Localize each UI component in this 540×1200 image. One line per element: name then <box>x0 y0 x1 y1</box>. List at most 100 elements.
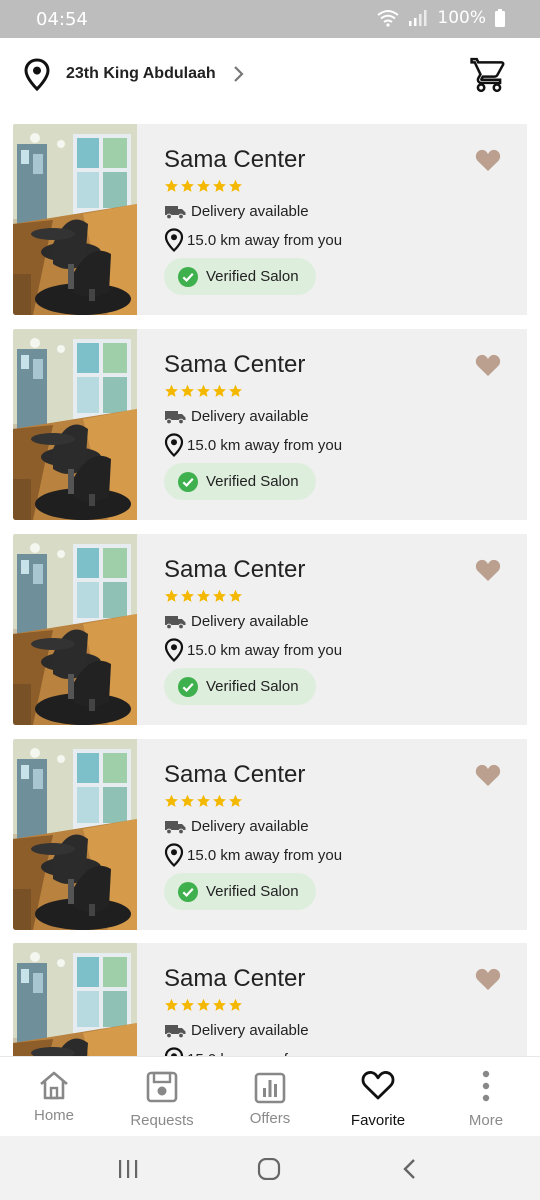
verified-badge: Verified Salon <box>164 873 316 910</box>
location-pin-icon <box>164 1047 184 1056</box>
requests-icon <box>146 1071 178 1103</box>
distance-text: 15.0 km away from you <box>187 846 343 864</box>
star-icon <box>229 589 242 602</box>
delivery-text: Delivery available <box>191 613 309 630</box>
verified-text: Verified Salon <box>206 473 299 490</box>
distance-row: 15.0 km away from you <box>164 433 342 457</box>
verified-badge: Verified Salon <box>164 668 316 705</box>
star-icon <box>165 794 178 807</box>
distance-row: 15.0 km away from you <box>164 228 342 252</box>
location-pin-icon <box>164 433 184 457</box>
salon-list[interactable]: Sama Center Delivery available 15.0 km awa… <box>0 113 540 1056</box>
favorite-heart-icon[interactable] <box>474 556 502 582</box>
star-icon <box>197 589 210 602</box>
header: 23th King Abdulaah <box>0 38 540 113</box>
cart-icon[interactable] <box>470 56 508 94</box>
nav-offers[interactable]: Offers <box>216 1057 324 1137</box>
verified-text: Verified Salon <box>206 883 299 900</box>
salon-card[interactable]: Sama Center Delivery available 15.0 km awa… <box>13 329 527 520</box>
check-circle-icon <box>178 471 198 492</box>
distance-row: 15.0 km away from you <box>164 843 342 867</box>
favorite-heart-icon[interactable] <box>474 146 502 172</box>
star-icon <box>197 179 210 192</box>
delivery-text: Delivery available <box>191 1022 309 1039</box>
delivery-row: Delivery available <box>164 613 309 630</box>
star-icon <box>197 794 210 807</box>
truck-icon <box>165 820 186 834</box>
salon-card[interactable]: Sama Center Delivery available 15.0 km awa… <box>13 739 527 930</box>
battery-icon <box>495 9 505 27</box>
distance-row: 15.0 km away from you <box>164 1047 342 1056</box>
salon-image[interactable] <box>13 329 137 520</box>
star-icon <box>213 384 226 397</box>
recent-apps-icon[interactable] <box>116 1158 140 1180</box>
salon-image[interactable] <box>13 124 137 315</box>
favorite-heart-icon[interactable] <box>474 965 502 991</box>
favorite-heart-icon[interactable] <box>474 761 502 787</box>
check-circle-icon <box>178 266 198 287</box>
back-icon[interactable] <box>400 1158 420 1180</box>
chevron-right-icon[interactable] <box>230 64 246 84</box>
status-bar: 04:54 100% <box>0 0 540 38</box>
nav-label-more: More <box>468 1112 504 1129</box>
salon-image[interactable] <box>13 534 137 725</box>
distance-text: 15.0 km away from you <box>187 231 343 249</box>
distance-text: 15.0 km away from you <box>187 641 343 659</box>
nav-label-offers: Offers <box>249 1110 291 1127</box>
favorite-heart-icon[interactable] <box>474 351 502 377</box>
salon-photo <box>13 329 137 520</box>
salon-image[interactable] <box>13 739 137 930</box>
rating-stars <box>164 794 243 808</box>
nav-favorite[interactable]: Favorite <box>324 1057 432 1137</box>
star-icon <box>213 179 226 192</box>
star-icon <box>197 998 210 1011</box>
location-pin-icon <box>164 228 184 252</box>
delivery-text: Delivery available <box>191 203 309 220</box>
star-icon <box>213 589 226 602</box>
salon-card[interactable]: Sama Center Delivery available 15.0 km awa… <box>13 534 527 725</box>
star-icon <box>165 589 178 602</box>
location-pin-icon <box>164 843 184 867</box>
nav-label-favorite: Favorite <box>350 1112 406 1129</box>
salon-photo <box>13 943 137 1056</box>
nav-home[interactable]: Home <box>0 1057 108 1137</box>
salon-card[interactable]: Sama Center Delivery available 15.0 km awa… <box>13 124 527 315</box>
more-vertical-icon <box>482 1070 490 1102</box>
salon-name: Sama Center <box>164 556 306 583</box>
delivery-row: Delivery available <box>164 1022 309 1039</box>
salon-name: Sama Center <box>164 965 306 992</box>
location-label[interactable]: 23th King Abdulaah <box>66 65 216 83</box>
truck-icon <box>165 1024 186 1038</box>
home-circle-icon[interactable] <box>257 1158 281 1180</box>
salon-photo <box>13 739 137 930</box>
verified-text: Verified Salon <box>206 678 299 695</box>
location-pin-icon[interactable] <box>24 58 50 92</box>
nav-requests[interactable]: Requests <box>108 1057 216 1137</box>
star-icon <box>229 998 242 1011</box>
salon-image[interactable] <box>13 943 137 1056</box>
star-icon <box>213 794 226 807</box>
nav-label-requests: Requests <box>130 1112 194 1129</box>
star-icon <box>165 179 178 192</box>
salon-name: Sama Center <box>164 146 306 173</box>
delivery-row: Delivery available <box>164 818 309 835</box>
salon-card[interactable]: Sama Center Delivery available 15.0 km awa… <box>13 943 527 1056</box>
truck-icon <box>165 410 186 424</box>
nav-more[interactable]: More <box>432 1057 540 1137</box>
star-icon <box>181 589 194 602</box>
wifi-icon <box>377 10 400 27</box>
star-icon <box>181 179 194 192</box>
truck-icon <box>165 615 186 629</box>
status-time: 04:54 <box>36 9 88 30</box>
rating-stars <box>164 384 243 398</box>
star-icon <box>181 794 194 807</box>
rating-stars <box>164 179 243 193</box>
star-icon <box>229 794 242 807</box>
distance-row: 15.0 km away from you <box>164 638 342 662</box>
salon-name: Sama Center <box>164 761 306 788</box>
star-icon <box>229 384 242 397</box>
star-icon <box>181 998 194 1011</box>
system-nav-bar <box>0 1136 540 1200</box>
star-icon <box>165 384 178 397</box>
check-circle-icon <box>178 881 198 902</box>
